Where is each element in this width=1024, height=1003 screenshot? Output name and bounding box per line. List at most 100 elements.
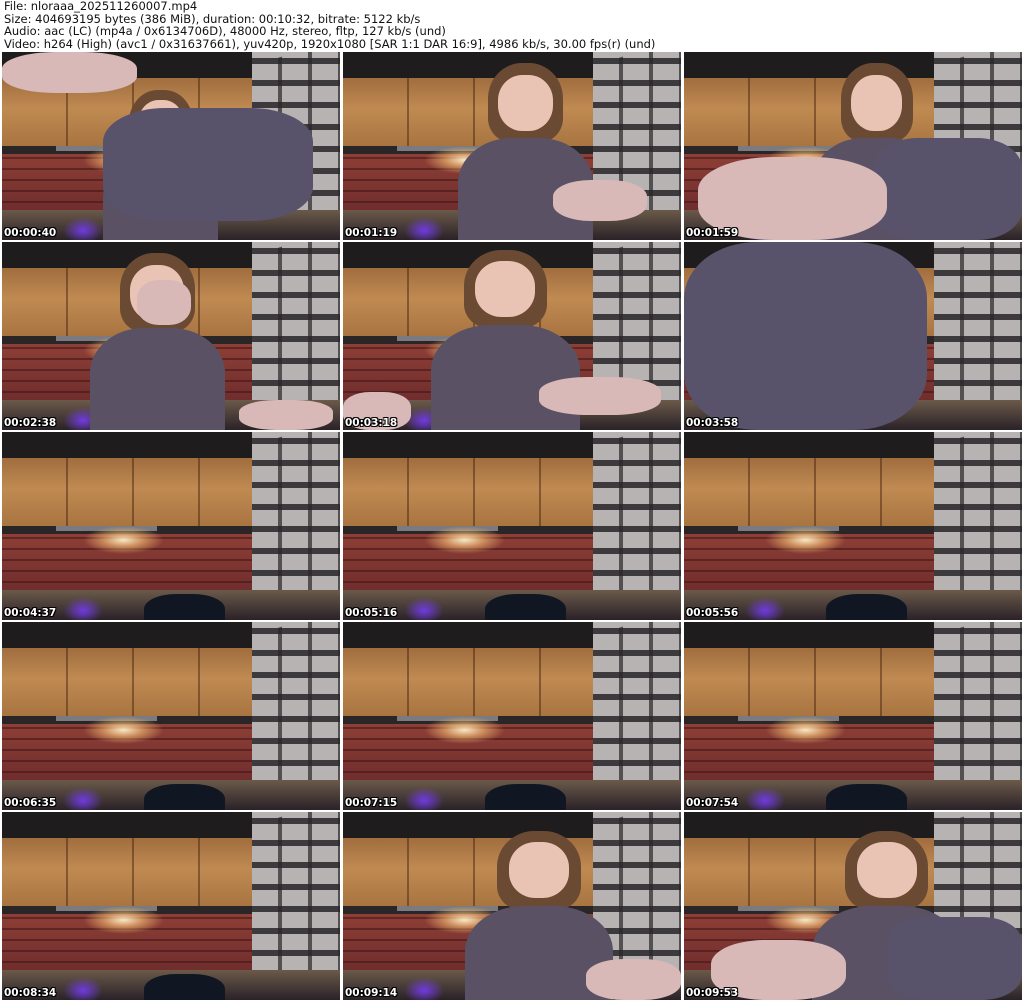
scene-hand bbox=[238, 399, 334, 430]
video-thumbnail: 00:02:38 bbox=[2, 242, 340, 430]
thumbnail-timestamp: 00:09:14 bbox=[345, 987, 398, 999]
scene-chair bbox=[143, 973, 226, 1000]
scene-sleeve bbox=[886, 917, 1022, 1000]
scene-purple-light bbox=[403, 597, 445, 620]
video-thumbnail: 00:09:53 bbox=[684, 812, 1022, 1000]
thumbnail-frame bbox=[684, 432, 1022, 620]
thumbnail-timestamp: 00:07:15 bbox=[345, 797, 398, 809]
scene-cabinet bbox=[684, 648, 941, 716]
scene-purple-light bbox=[403, 217, 445, 240]
thumbnail-frame bbox=[343, 622, 681, 810]
scene-cabinet bbox=[2, 458, 259, 526]
video-info-line: Video: h264 (High) (avc1 / 0x31637661), … bbox=[4, 36, 656, 51]
scene-purple-light bbox=[62, 787, 104, 810]
video-thumbnail: 00:04:37 bbox=[2, 432, 340, 620]
scene-chair bbox=[825, 593, 908, 620]
thumbnail-frame bbox=[2, 52, 340, 240]
thumbnail-timestamp: 00:05:16 bbox=[345, 607, 398, 619]
video-thumbnail: 00:07:54 bbox=[684, 622, 1022, 810]
person-face bbox=[850, 74, 903, 131]
scene-purple-light bbox=[744, 597, 786, 620]
scene-light-glow bbox=[83, 906, 165, 934]
thumbnail-frame bbox=[684, 622, 1022, 810]
scene-ceiling bbox=[343, 432, 600, 459]
video-thumbnail: 00:01:19 bbox=[343, 52, 681, 240]
scene-light-glow bbox=[424, 716, 506, 744]
thumbnail-timestamp: 00:01:19 bbox=[345, 227, 398, 239]
thumbnail-timestamp: 00:05:56 bbox=[686, 607, 739, 619]
thumbnail-frame bbox=[684, 242, 1022, 430]
thumbnail-frame bbox=[343, 432, 681, 620]
thumbnail-timestamp: 00:01:59 bbox=[686, 227, 739, 239]
scene-chair bbox=[484, 783, 567, 810]
scene-light-glow bbox=[83, 526, 165, 554]
scene-cabinet bbox=[343, 458, 600, 526]
scene-sleeve bbox=[684, 242, 928, 430]
audio-info-line: Audio: aac (LC) (mp4a / 0x6134706D), 480… bbox=[4, 24, 446, 38]
scene-ceiling bbox=[684, 432, 941, 459]
scene-ceiling bbox=[2, 622, 259, 649]
person-face bbox=[498, 74, 553, 131]
thumbnail-frame bbox=[684, 812, 1022, 1000]
thumbnail-timestamp: 00:02:38 bbox=[4, 417, 57, 429]
scene-ceiling bbox=[2, 432, 259, 459]
thumbnail-frame bbox=[684, 52, 1022, 240]
scene-cabinet bbox=[343, 648, 600, 716]
thumbnail-frame bbox=[2, 432, 340, 620]
person-face bbox=[509, 842, 569, 899]
video-thumbnail: 00:03:58 bbox=[684, 242, 1022, 430]
person-face bbox=[475, 260, 535, 318]
thumbnail-frame bbox=[343, 52, 681, 240]
video-thumbnail: 00:01:59 bbox=[684, 52, 1022, 240]
scene-cabinet bbox=[2, 648, 259, 716]
video-thumbnail: 00:03:18 bbox=[343, 242, 681, 430]
scene-ceiling bbox=[343, 622, 600, 649]
thumbnail-grid: 00:00:40 00:01:19 00:01:59 00:02:38 00:03:18… bbox=[2, 52, 1022, 1001]
file-name-line: File: nloraaa_202511260007.mp4 bbox=[4, 0, 198, 13]
thumbnail-timestamp: 00:06:35 bbox=[4, 797, 57, 809]
scene-light-glow bbox=[424, 526, 506, 554]
scene-purple-light bbox=[744, 787, 786, 810]
thumbnail-frame bbox=[2, 242, 340, 430]
scene-purple-light bbox=[62, 977, 104, 1000]
file-info-header: File: nloraaa_202511260007.mp4 Size: 404… bbox=[4, 0, 1020, 52]
scene-purple-light bbox=[403, 977, 445, 1000]
thumbnail-timestamp: 00:08:34 bbox=[4, 987, 57, 999]
video-thumbnail: 00:09:14 bbox=[343, 812, 681, 1000]
scene-chair bbox=[143, 593, 226, 620]
scene-chair bbox=[484, 593, 567, 620]
thumbnail-timestamp: 00:03:58 bbox=[686, 417, 739, 429]
thumbnail-frame bbox=[2, 812, 340, 1000]
thumbnail-frame bbox=[2, 622, 340, 810]
scene-hand bbox=[137, 279, 192, 325]
scene-chair bbox=[825, 783, 908, 810]
scene-light-glow bbox=[83, 716, 165, 744]
scene-chair bbox=[143, 783, 226, 810]
thumbnail-timestamp: 00:03:18 bbox=[345, 417, 398, 429]
scene-purple-light bbox=[62, 597, 104, 620]
person-hoodie bbox=[89, 328, 226, 430]
thumbnail-frame bbox=[343, 812, 681, 1000]
thumbnail-frame bbox=[343, 242, 681, 430]
scene-purple-light bbox=[62, 217, 104, 240]
person-hoodie bbox=[430, 324, 580, 430]
video-thumbnail: 00:08:34 bbox=[2, 812, 340, 1000]
scene-hand bbox=[539, 377, 661, 415]
scene-ceiling bbox=[2, 812, 259, 839]
scene-hand bbox=[2, 52, 138, 94]
thumbnail-timestamp: 00:00:40 bbox=[4, 227, 57, 239]
scene-hand bbox=[552, 179, 648, 222]
scene-sleeve bbox=[873, 138, 1022, 240]
video-thumbnail: 00:07:15 bbox=[343, 622, 681, 810]
person-face bbox=[857, 842, 917, 899]
video-thumbnail: 00:05:16 bbox=[343, 432, 681, 620]
scene-cabinet bbox=[2, 838, 259, 906]
scene-sleeve bbox=[103, 108, 313, 222]
video-thumbnail: 00:05:56 bbox=[684, 432, 1022, 620]
thumbnail-timestamp: 00:09:53 bbox=[686, 987, 739, 999]
scene-light-glow bbox=[765, 716, 847, 744]
scene-cabinet bbox=[684, 458, 941, 526]
thumbnail-timestamp: 00:07:54 bbox=[686, 797, 739, 809]
scene-purple-light bbox=[403, 787, 445, 810]
scene-light-glow bbox=[765, 526, 847, 554]
